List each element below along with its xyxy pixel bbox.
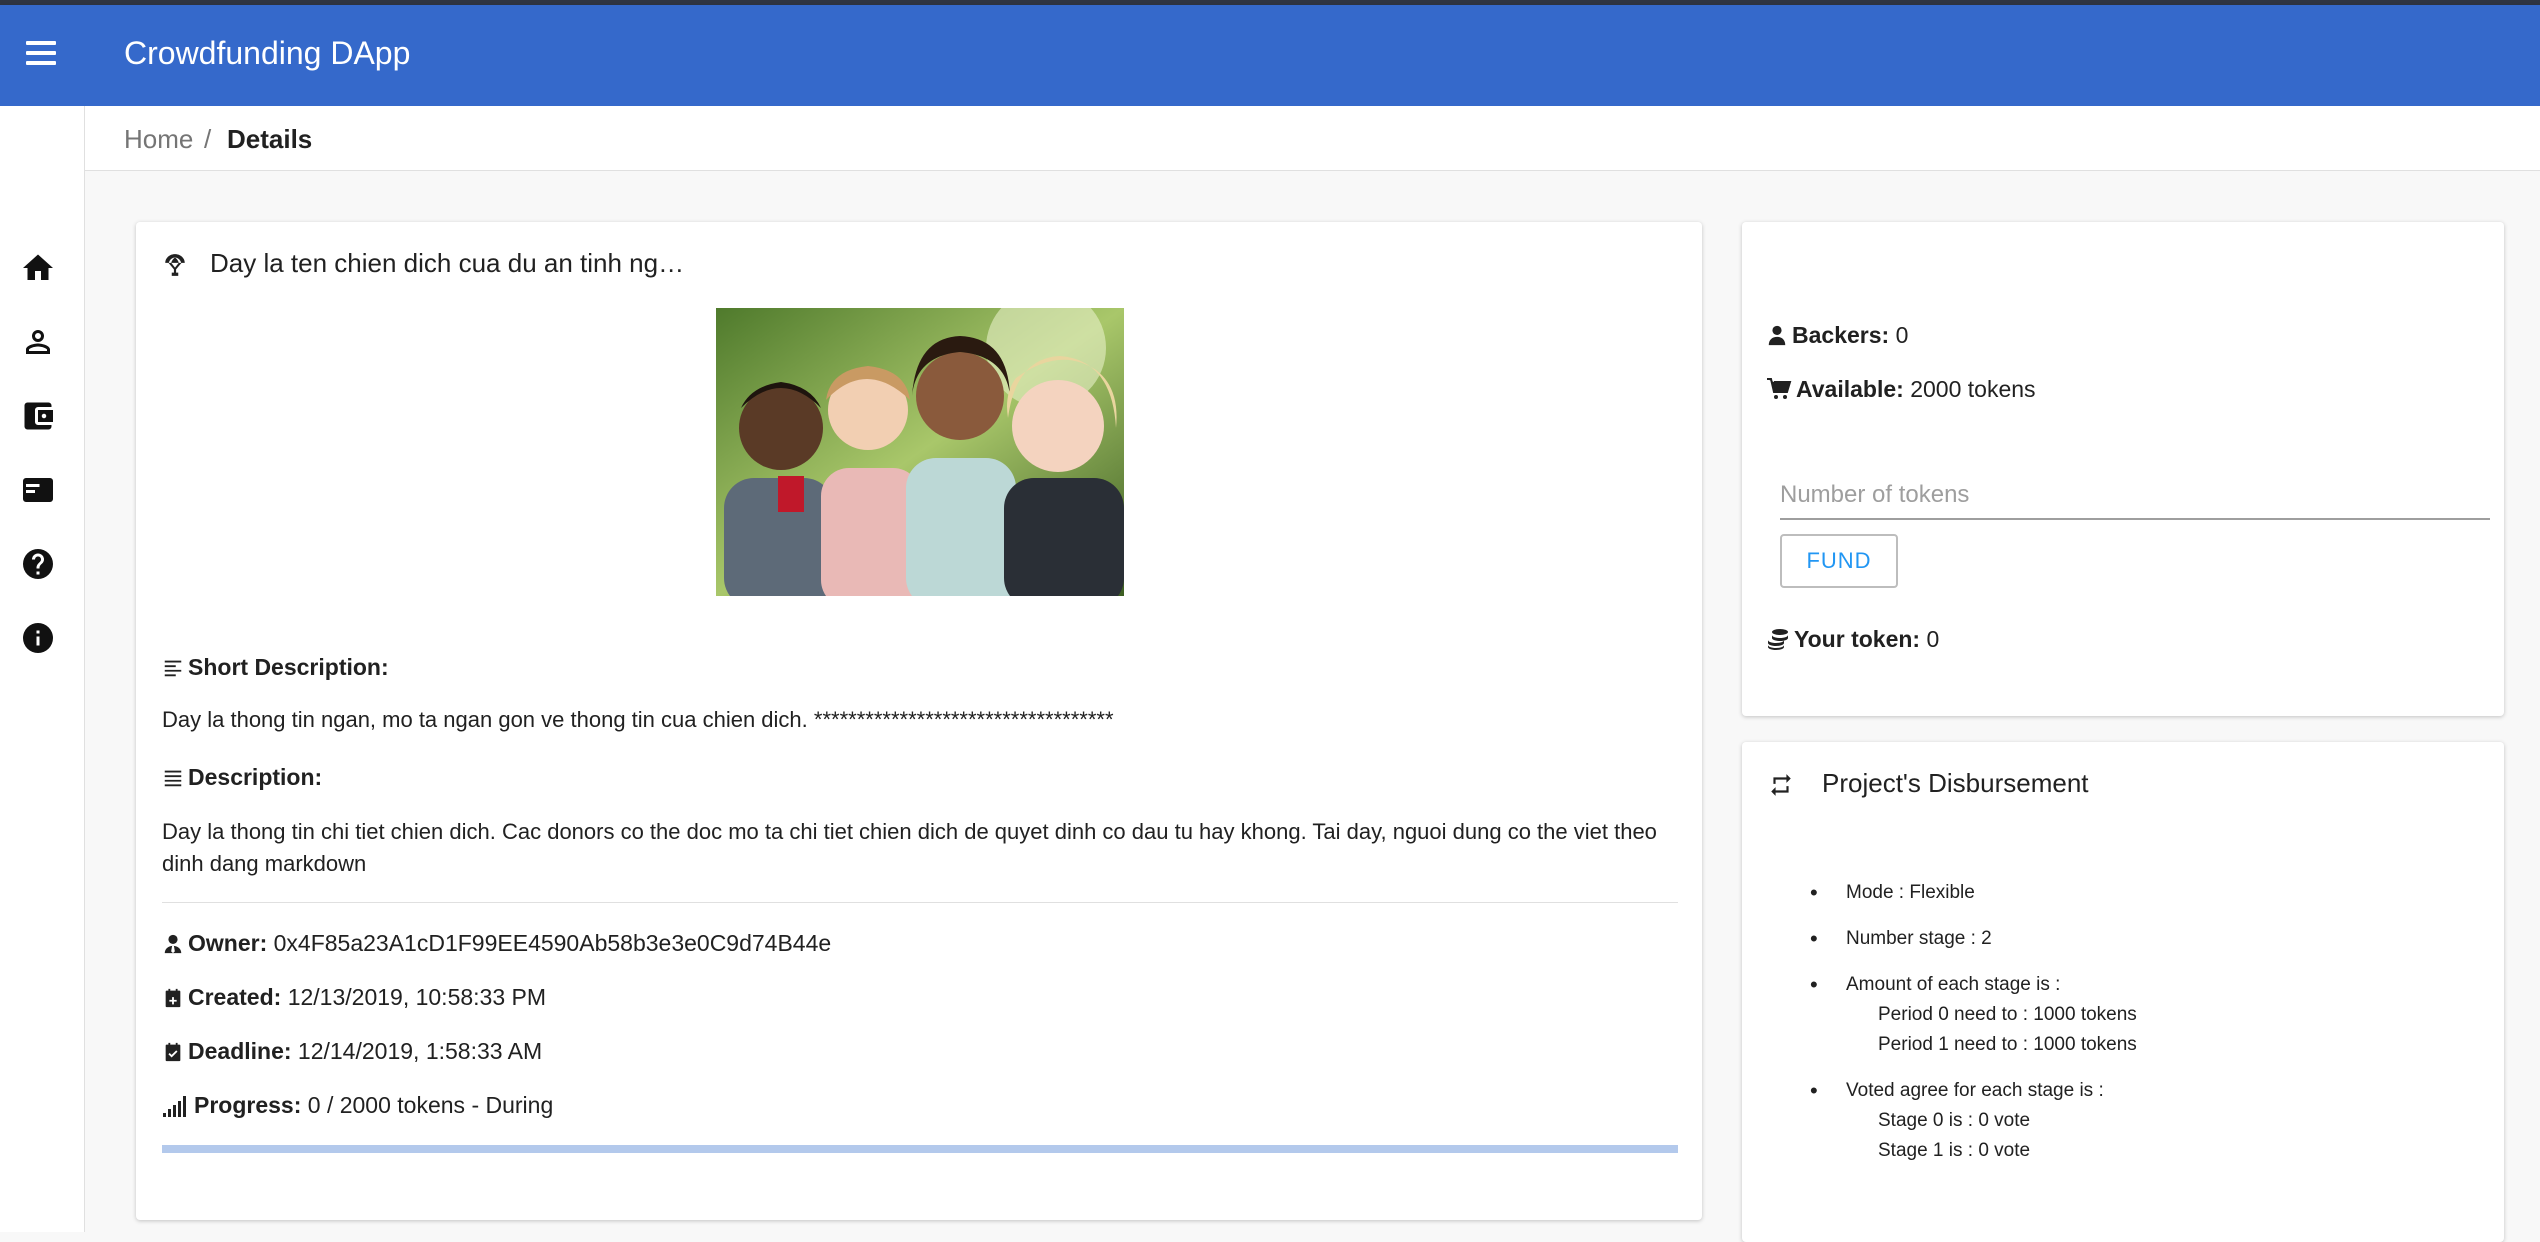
description-text: Day la thong tin chi tiet chien dich. Ca… <box>162 819 1657 876</box>
sidebar <box>0 106 85 1232</box>
tokens-input[interactable] <box>1780 472 2490 520</box>
person-icon <box>1768 325 1786 346</box>
breadcrumb-current: Details <box>227 124 313 154</box>
progress-text: 0 / 2000 tokens - During <box>307 1092 554 1118</box>
number-stage-item: Number stage : 2 <box>1810 924 2470 954</box>
owner-address: 0x4F85a23A1cD1F99EE4590Ab58b3e3e0C9d74B4… <box>273 930 832 956</box>
calendar-check-icon <box>165 1042 181 1062</box>
campaign-title: Day la ten chien dich cua du an tinh ng… <box>210 248 685 278</box>
deadline-date: 12/14/2019, 1:58:33 AM <box>297 1038 543 1064</box>
help-icon <box>23 549 53 579</box>
period-0-item: Period 0 need to : 1000 tokens <box>1878 1004 2137 1025</box>
cart-plus-icon <box>1767 378 1792 399</box>
nav-home[interactable] <box>20 250 56 286</box>
progress-bar <box>162 1145 1678 1153</box>
calendar-plus-icon <box>165 988 181 1008</box>
period-1-item: Period 1 need to : 1000 tokens <box>1878 1034 2137 1055</box>
stage-1-item: Stage 1 is : 0 vote <box>1878 1140 2031 1161</box>
list-icon <box>164 770 182 787</box>
progress-row: Progress: 0 / 2000 tokens - During <box>162 1092 553 1119</box>
short-description-heading: Short Description: <box>162 654 389 681</box>
stage-0-item: Stage 0 is : 0 vote <box>1878 1110 2031 1131</box>
disbursement-title: Project's Disbursement <box>1822 768 2089 798</box>
nav-profile[interactable] <box>20 324 56 360</box>
home-icon <box>23 254 53 280</box>
app-bar: Crowdfunding DApp <box>0 5 2540 106</box>
breadcrumb-separator: / <box>204 124 212 154</box>
breadcrumb-home-link[interactable]: Home <box>124 124 193 155</box>
divider <box>162 902 1678 903</box>
parachute-icon <box>162 252 188 283</box>
backers-row: Backers: 0 <box>1766 322 1908 349</box>
nav-help[interactable] <box>20 546 56 582</box>
created-date: 12/13/2019, 10:58:33 PM <box>287 984 547 1010</box>
app-title: Crowdfunding DApp <box>124 35 411 71</box>
user-tie-icon <box>164 934 182 954</box>
mode-item: Mode : Flexible <box>1810 878 2470 908</box>
campaign-image <box>716 308 1124 596</box>
signal-icon <box>163 1096 186 1117</box>
deadline-row: Deadline: 12/14/2019, 1:58:33 AM <box>162 1038 542 1065</box>
description-heading: Description: <box>162 764 322 791</box>
fund-button[interactable]: FUND <box>1780 534 1898 588</box>
breadcrumb: Home / Details <box>85 106 2540 171</box>
created-row: Created: 12/13/2019, 10:58:33 PM <box>162 984 546 1011</box>
backers-count: 0 <box>1895 322 1909 348</box>
person-icon <box>26 330 50 354</box>
coins-icon <box>1768 629 1788 650</box>
available-tokens: 2000 tokens <box>1910 376 2036 402</box>
funding-card: Backers: 0 Available: 2000 tokens FUND Y… <box>1742 222 2504 716</box>
disbursement-list: Mode : Flexible Number stage : 2 Amount … <box>1810 878 2470 1166</box>
owner-row: Owner: 0x4F85a23A1cD1F99EE4590Ab58b3e3e0… <box>162 930 831 957</box>
card-icon <box>23 478 53 502</box>
menu-icon[interactable] <box>22 41 62 73</box>
nav-info[interactable] <box>20 620 56 656</box>
campaign-details-card: Day la ten chien dich cua du an tinh ng… <box>136 222 1702 1220</box>
available-row: Available: 2000 tokens <box>1766 376 2036 403</box>
notes-icon <box>164 660 182 677</box>
voted-heading-item: Voted agree for each stage is : <box>1810 1076 2470 1106</box>
nav-wallet[interactable] <box>20 398 56 434</box>
disbursement-card: Project's Disbursement Mode : Flexible N… <box>1742 742 2504 1242</box>
amount-heading-item: Amount of each stage is : <box>1810 970 2470 1000</box>
info-icon <box>23 623 53 653</box>
wallet-icon <box>24 402 53 430</box>
your-token-row: Your token: 0 <box>1766 626 1939 653</box>
repeat-icon <box>1766 772 1796 803</box>
your-token-count: 0 <box>1926 626 1940 652</box>
nav-campaigns[interactable] <box>20 472 56 508</box>
short-description-text: Day la thong tin ngan, mo ta ngan gon ve… <box>162 707 1114 732</box>
